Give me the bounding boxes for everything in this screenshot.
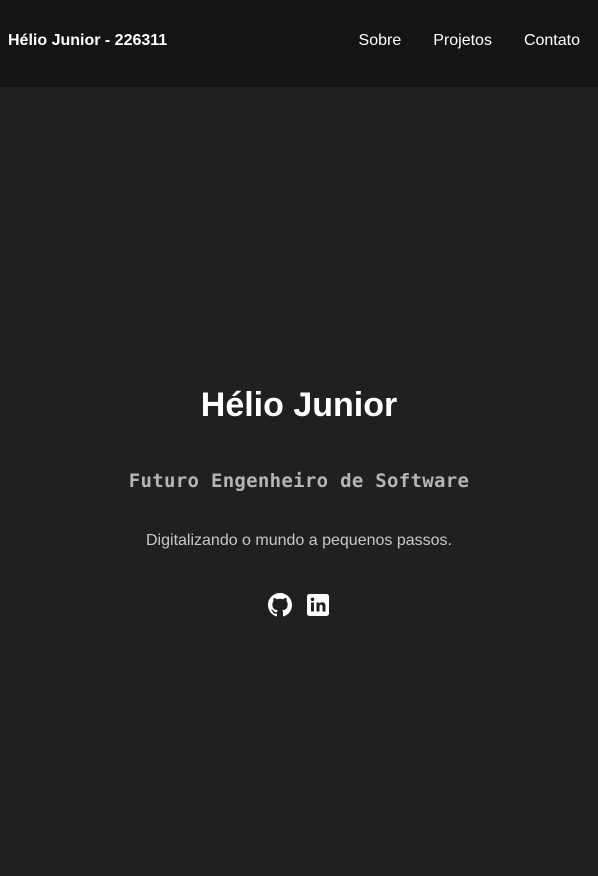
github-link[interactable] [268, 593, 292, 617]
navbar: Hélio Junior - 226311 Sobre Projetos Con… [0, 0, 598, 87]
nav-links: Sobre Projetos Contato [359, 31, 580, 51]
hero-role: Futuro Engenheiro de Software [128, 470, 470, 492]
github-icon [268, 593, 292, 617]
hero-tagline: Digitalizando o mundo a pequenos passos. [146, 532, 452, 549]
social-links [0, 593, 598, 617]
linkedin-link[interactable] [306, 593, 330, 617]
site-brand[interactable]: Hélio Junior - 226311 [8, 31, 167, 51]
nav-link-contato[interactable]: Contato [524, 31, 580, 51]
hero-name: Hélio Junior [200, 386, 398, 424]
nav-link-projetos[interactable]: Projetos [433, 31, 492, 51]
hero-section: Hélio Junior Futuro Engenheiro de Softwa… [0, 87, 598, 876]
nav-link-sobre[interactable]: Sobre [359, 31, 402, 51]
linkedin-icon [306, 593, 330, 617]
